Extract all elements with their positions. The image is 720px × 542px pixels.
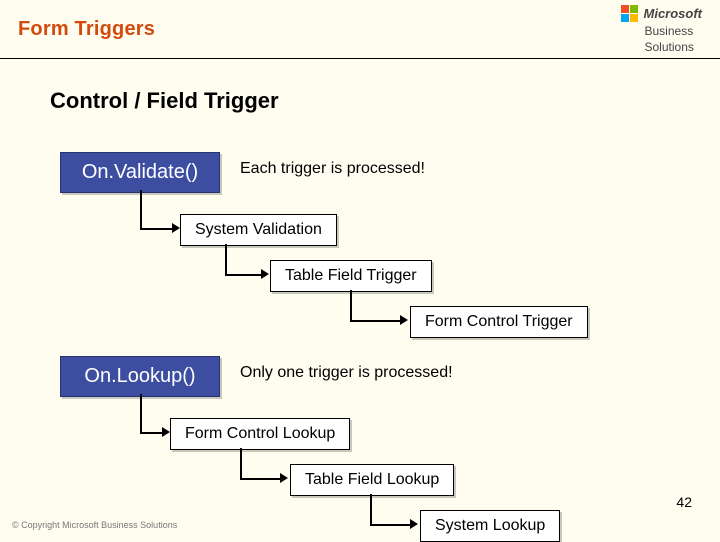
system-validation-box: System Validation [180, 214, 337, 246]
ms-logo-icon [621, 5, 638, 22]
system-lookup-box: System Lookup [420, 510, 560, 542]
onvalidate-note: Each trigger is processed! [240, 160, 425, 178]
table-field-lookup-box: Table Field Lookup [290, 464, 454, 496]
slide-header-title: Form Triggers [18, 18, 155, 41]
header-divider [0, 58, 720, 59]
onlookup-trigger-box: On.Lookup() [60, 356, 220, 397]
ms-logo-text-line2: Solutions [645, 40, 694, 54]
form-control-trigger-box: Form Control Trigger [410, 306, 588, 338]
section-title: Control / Field Trigger [50, 88, 279, 114]
ms-logo-text-top: Microsoft [644, 6, 703, 21]
diagram-stage: On.Validate() Each trigger is processed!… [50, 130, 690, 480]
onvalidate-trigger-box: On.Validate() [60, 152, 220, 193]
onlookup-note: Only one trigger is processed! [240, 364, 453, 382]
page-number: 42 [676, 494, 692, 510]
ms-logo-text-line1: Business [645, 24, 694, 38]
slide-header: Form Triggers Microsoft Business Solutio… [0, 0, 720, 58]
copyright-line: © Copyright Microsoft Business Solutions [12, 520, 177, 530]
form-control-lookup-box: Form Control Lookup [170, 418, 350, 450]
ms-logo: Microsoft Business Solutions [621, 5, 703, 54]
table-field-trigger-box: Table Field Trigger [270, 260, 432, 292]
